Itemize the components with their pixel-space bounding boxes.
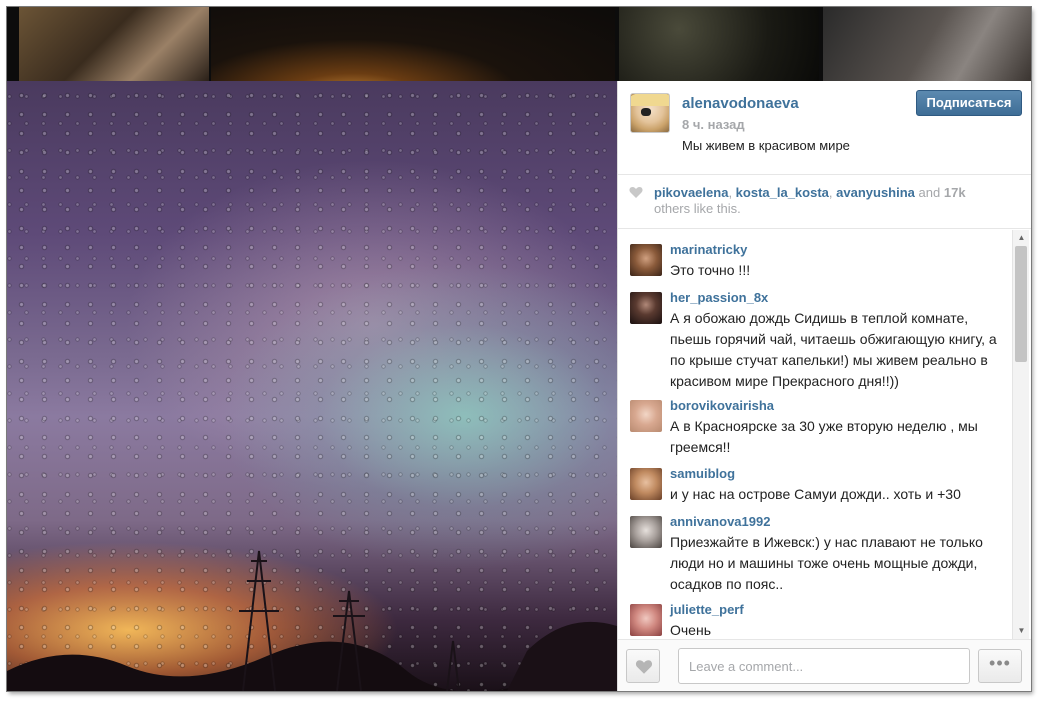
background-thumbnail[interactable] xyxy=(211,7,615,81)
scroll-down-arrow-icon[interactable]: ▼ xyxy=(1017,627,1026,635)
comment-text: Очень xyxy=(670,622,711,638)
commenter-username[interactable]: her_passion_8x xyxy=(670,290,768,305)
comment-text: А я обожаю дождь Сидишь в теплой комнате… xyxy=(670,310,997,389)
commenter-avatar[interactable] xyxy=(630,468,662,500)
lightbox-window: alenavodonaeva 8 ч. назад Мы живем в кра… xyxy=(7,7,1031,691)
likes-count: 17k xyxy=(943,185,966,200)
photo-silhouette xyxy=(7,550,617,691)
comment-text: А в Красноярске за 30 уже вторую неделю … xyxy=(670,418,978,455)
comment-composer: ••• xyxy=(618,639,1031,691)
commenter-avatar[interactable] xyxy=(630,400,662,432)
scroll-thumb[interactable] xyxy=(1015,246,1027,362)
liker-username[interactable]: avanyushina xyxy=(836,185,915,200)
likes-summary: pikovaelena, kosta_la_kosta, avanyushina… xyxy=(618,175,1031,229)
background-thumbnail[interactable] xyxy=(619,7,819,81)
background-thumbnail[interactable] xyxy=(19,7,209,81)
comments-scrollbar[interactable]: ▲ ▼ xyxy=(1012,230,1029,639)
comment-text: и у нас на острове Самуи дожди.. хоть и … xyxy=(670,486,961,502)
post-header: alenavodonaeva 8 ч. назад Мы живем в кра… xyxy=(618,81,1031,175)
post-details-panel: alenavodonaeva 8 ч. назад Мы живем в кра… xyxy=(617,81,1031,691)
comment-input[interactable] xyxy=(678,648,970,684)
likes-text: pikovaelena, kosta_la_kosta, avanyushina… xyxy=(654,185,1014,217)
like-button[interactable] xyxy=(626,649,660,683)
commenter-avatar[interactable] xyxy=(630,516,662,548)
follow-button[interactable]: Подписаться xyxy=(916,90,1022,116)
commenter-username[interactable]: samuiblog xyxy=(670,466,735,481)
commenter-username[interactable]: juliette_perf xyxy=(670,602,744,617)
liker-username[interactable]: pikovaelena xyxy=(654,185,728,200)
post-timestamp[interactable]: 8 ч. назад xyxy=(682,117,745,132)
heart-icon xyxy=(635,660,653,674)
owner-avatar[interactable] xyxy=(630,93,670,133)
scroll-up-arrow-icon[interactable]: ▲ xyxy=(1017,234,1026,242)
liker-username[interactable]: kosta_la_kosta xyxy=(736,185,829,200)
owner-username[interactable]: alenavodonaeva xyxy=(682,95,799,112)
post-photo[interactable] xyxy=(7,81,617,691)
commenter-avatar[interactable] xyxy=(630,604,662,636)
heart-icon xyxy=(629,187,643,198)
commenter-avatar[interactable] xyxy=(630,244,662,276)
commenter-username[interactable]: annivanova1992 xyxy=(670,514,770,529)
likes-suffix: others like this. xyxy=(654,201,741,216)
comment-text: Это точно !!! xyxy=(670,262,751,278)
more-options-icon[interactable]: ••• xyxy=(978,649,1022,683)
commenter-username[interactable]: borovikovairisha xyxy=(670,398,774,413)
post-caption: Мы живем в красивом мире xyxy=(682,138,850,153)
likes-and: and xyxy=(918,185,941,200)
background-thumbnail[interactable] xyxy=(823,7,1031,81)
comments-list: marinatricky Это точно !!! her_passion_8… xyxy=(618,230,1031,639)
commenter-avatar[interactable] xyxy=(630,292,662,324)
commenter-username[interactable]: marinatricky xyxy=(670,242,747,257)
comment-text: Приезжайте в Ижевск:) у нас плавают не т… xyxy=(670,534,983,592)
